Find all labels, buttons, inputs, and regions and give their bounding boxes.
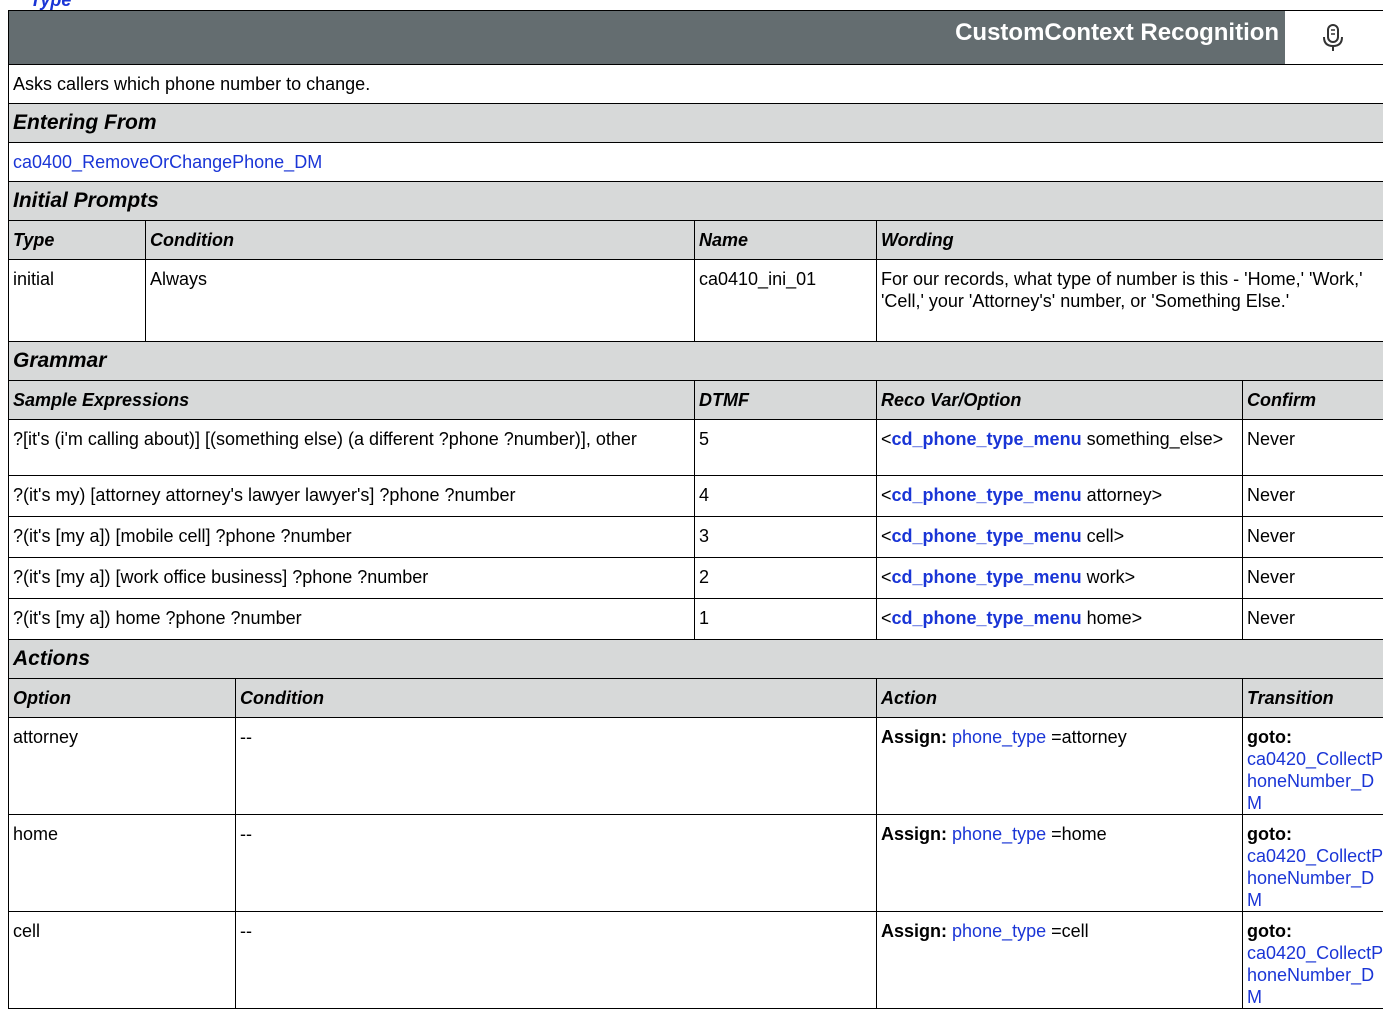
action-condition: -- <box>235 717 877 815</box>
sample-expression: ?(it's my) [attorney attorney's lawyer l… <box>8 475 695 517</box>
sample-expression: ?(it's [my a]) [mobile cell] ?phone ?num… <box>8 516 695 558</box>
col-reco-var: Reco Var/Option <box>876 380 1243 420</box>
transition-link[interactable]: ca0420_CollectPhoneNumber_DM <box>1247 846 1383 910</box>
action-transition: goto: ca0420_CollectPhoneNumber_DM <box>1241 717 1383 815</box>
col-name: Name <box>694 220 877 260</box>
reco-var-option: <cd_phone_type_menu something_else> <box>876 419 1243 476</box>
reco-var-link[interactable]: cd_phone_type_menu <box>892 567 1082 587</box>
action-row: cell -- Assign: phone_type =cell goto: ca042… <box>8 911 1383 1009</box>
transition-link[interactable]: ca0420_CollectPhoneNumber_DM <box>1247 749 1383 813</box>
reco-var-link[interactable]: cd_phone_type_menu <box>892 526 1082 546</box>
action-condition: -- <box>235 814 877 912</box>
col-action-condition: Condition <box>235 678 877 718</box>
previous-section-remnant: Type <box>30 0 72 10</box>
action-option: home <box>8 814 236 912</box>
assign-value: =attorney <box>1051 727 1127 747</box>
col-wording: Wording <box>875 220 1383 260</box>
action-row: attorney -- Assign: phone_type =attorney go… <box>8 717 1383 815</box>
state-spec-table: CustomContext Recognition Asks callers w… <box>7 10 1383 1009</box>
assign-label: Assign: <box>881 727 948 747</box>
col-action: Action <box>876 678 1243 718</box>
transition-link[interactable]: ca0420_CollectPhoneNumber_DM <box>1247 943 1383 1007</box>
action-assign: Assign: phone_type =cell <box>876 911 1243 1009</box>
assign-var-link[interactable]: phone_type <box>952 824 1046 844</box>
dtmf-key: 5 <box>694 419 877 476</box>
grammar-row: ?(it's [my a]) [work office business] ?p… <box>8 557 1383 599</box>
header-bar: CustomContext Recognition <box>7 10 1383 65</box>
prompt-type: initial <box>8 259 146 342</box>
sample-expression: ?(it's [my a]) home ?phone ?number <box>8 598 695 640</box>
grammar-row: ?(it's [my a]) [mobile cell] ?phone ?num… <box>8 516 1383 558</box>
action-assign: Assign: phone_type =home <box>876 814 1243 912</box>
action-transition: goto: ca0420_CollectPhoneNumber_DM <box>1241 814 1383 912</box>
assign-value: =home <box>1051 824 1107 844</box>
assign-var-link[interactable]: phone_type <box>952 727 1046 747</box>
section-actions: Actions <box>7 639 1383 679</box>
section-grammar: Grammar <box>7 341 1383 381</box>
col-option: Option <box>8 678 236 718</box>
grammar-row: ?(it's [my a]) home ?phone ?number 1 <cd_p… <box>8 598 1383 640</box>
prompt-condition: Always <box>145 259 695 342</box>
goto-label: goto: <box>1247 921 1292 941</box>
prompt-name: ca0410_ini_01 <box>694 259 877 342</box>
prompt-wording: For our records, what type of number is … <box>875 259 1383 342</box>
dtmf-key: 4 <box>694 475 877 517</box>
col-sample-expressions: Sample Expressions <box>8 380 695 420</box>
option-value: home> <box>1086 608 1143 628</box>
option-value: attorney> <box>1086 485 1163 505</box>
grammar-row: ?[it's (i'm calling about)] [(something … <box>8 419 1383 476</box>
action-assign: Assign: phone_type =attorney <box>876 717 1243 815</box>
col-condition: Condition <box>145 220 695 260</box>
goto-label: goto: <box>1247 727 1292 747</box>
option-value: something_else> <box>1086 429 1224 449</box>
confirm-value: Never <box>1241 557 1383 599</box>
initial-prompts-header: Type Condition Name Wording <box>8 220 1383 260</box>
page-title: CustomContext Recognition <box>955 19 1280 46</box>
action-option: cell <box>8 911 236 1009</box>
confirm-value: Never <box>1241 598 1383 640</box>
assign-var-link[interactable]: phone_type <box>952 921 1046 941</box>
grammar-header: Sample Expressions DTMF Reco Var/Option … <box>8 380 1383 420</box>
col-type: Type <box>8 220 146 260</box>
reco-var-link[interactable]: cd_phone_type_menu <box>892 485 1082 505</box>
assign-label: Assign: <box>881 824 948 844</box>
microphone-icon <box>1285 11 1383 64</box>
action-transition: goto: ca0420_CollectPhoneNumber_DM <box>1241 911 1383 1009</box>
reco-var-link[interactable]: cd_phone_type_menu <box>892 429 1082 449</box>
action-option: attorney <box>8 717 236 815</box>
assign-value: =cell <box>1051 921 1089 941</box>
section-entering-from: Entering From <box>7 103 1383 143</box>
table-row: initial Always ca0410_ini_01 For our rec… <box>8 259 1383 342</box>
action-row: home -- Assign: phone_type =home goto: ca042… <box>8 814 1383 912</box>
col-dtmf: DTMF <box>694 380 877 420</box>
reco-var-link[interactable]: cd_phone_type_menu <box>892 608 1082 628</box>
entering-from-link[interactable]: ca0400_RemoveOrChangePhone_DM <box>13 152 322 172</box>
confirm-value: Never <box>1241 475 1383 517</box>
sample-expression: ?[it's (i'm calling about)] [(something … <box>8 419 695 476</box>
section-initial-prompts: Initial Prompts <box>7 181 1383 221</box>
reco-var-option: <cd_phone_type_menu attorney> <box>876 475 1243 517</box>
sample-expression: ?(it's [my a]) [work office business] ?p… <box>8 557 695 599</box>
action-condition: -- <box>235 911 877 1009</box>
col-confirm: Confirm <box>1241 380 1383 420</box>
actions-header: Option Condition Action Transition <box>8 678 1383 718</box>
goto-label: goto: <box>1247 824 1292 844</box>
dtmf-key: 3 <box>694 516 877 558</box>
confirm-value: Never <box>1241 419 1383 476</box>
assign-label: Assign: <box>881 921 948 941</box>
option-value: work> <box>1086 567 1136 587</box>
option-value: cell> <box>1086 526 1125 546</box>
dtmf-key: 2 <box>694 557 877 599</box>
confirm-value: Never <box>1241 516 1383 558</box>
reco-var-option: <cd_phone_type_menu cell> <box>876 516 1243 558</box>
col-transition: Transition <box>1241 678 1383 718</box>
reco-var-option: <cd_phone_type_menu work> <box>876 557 1243 599</box>
grammar-row: ?(it's my) [attorney attorney's lawyer l… <box>8 475 1383 517</box>
reco-var-option: <cd_phone_type_menu home> <box>876 598 1243 640</box>
dtmf-key: 1 <box>694 598 877 640</box>
state-description: Asks callers which phone number to chang… <box>7 64 1383 104</box>
